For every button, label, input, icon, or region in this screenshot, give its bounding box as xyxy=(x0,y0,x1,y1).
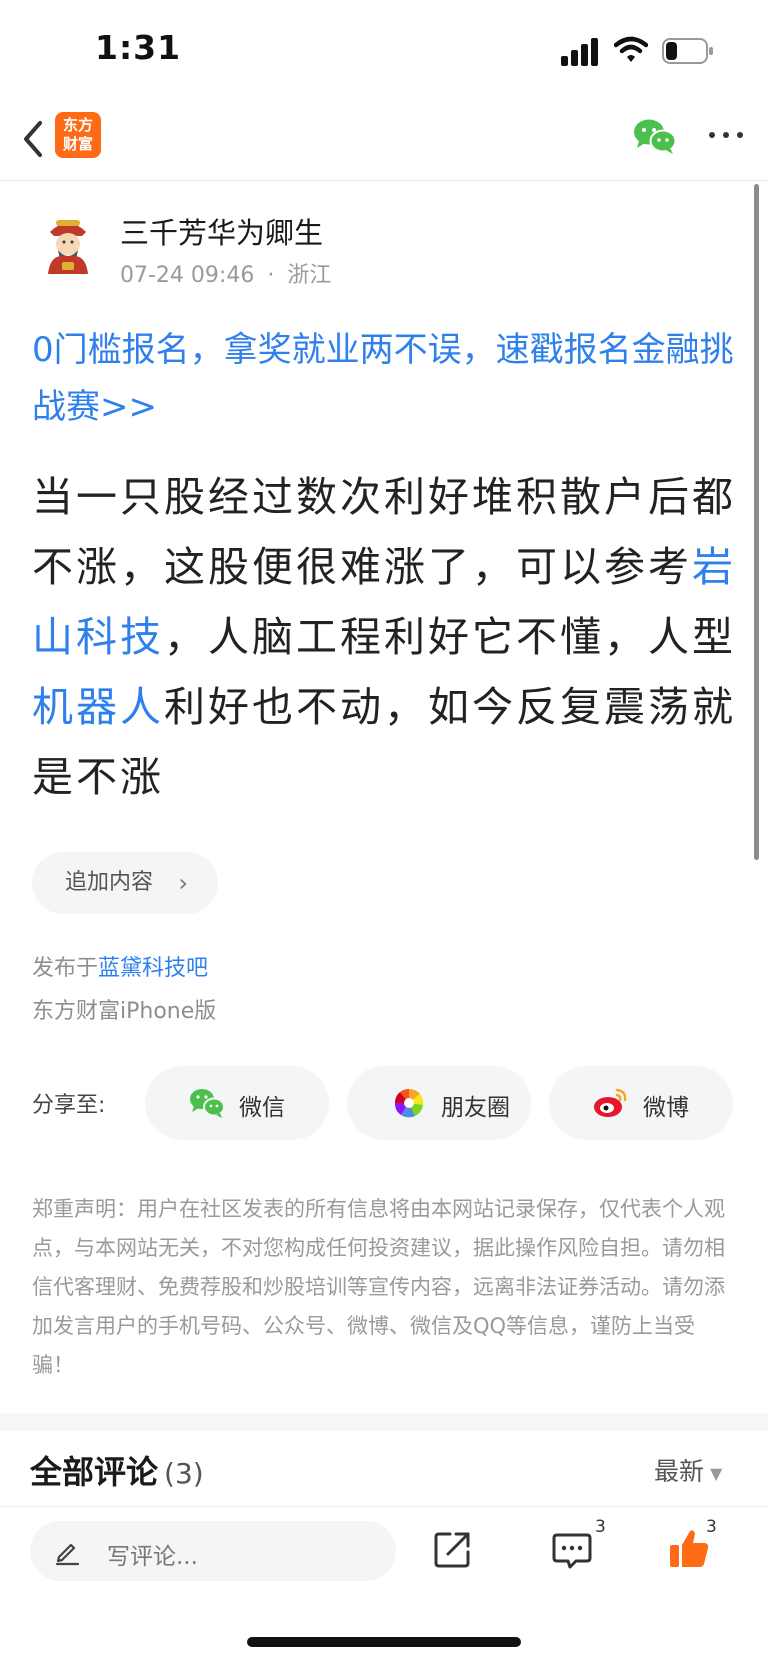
comments-title: 全部评论 (3) xyxy=(30,1447,204,1493)
comments-count: (3) xyxy=(164,1457,204,1490)
comment-icon[interactable] xyxy=(552,1531,592,1569)
append-content-label: 追加内容 xyxy=(65,870,154,895)
wifi-icon xyxy=(614,36,648,62)
post-text-1: 当一只股经过数次利好堆积散户后都不涨，这股便很难涨了，可以参考 xyxy=(32,473,736,591)
post-date: 07-24 09:46 xyxy=(120,263,255,288)
share-wechat-label: 微信 xyxy=(239,1095,285,1121)
share-weibo-label: 微博 xyxy=(643,1095,689,1121)
pen-icon xyxy=(55,1543,80,1566)
chevron-right-icon: › xyxy=(178,869,188,897)
weibo-icon xyxy=(594,1088,627,1117)
comment-count-badge: 3 xyxy=(595,1517,606,1537)
share-label: 分享至: xyxy=(32,1093,106,1118)
share-wechat-button[interactable]: 微信 xyxy=(145,1066,329,1140)
published-prefix: 发布于 xyxy=(32,956,99,981)
bottom-action-bar: 写评论... 3 3 xyxy=(0,1506,768,1664)
status-bar: 1:31 xyxy=(0,0,768,100)
comment-placeholder: 写评论... xyxy=(107,1544,198,1570)
stock-bar-link[interactable]: 蓝黛科技吧 xyxy=(98,956,208,981)
scrollbar[interactable] xyxy=(754,184,759,860)
back-button[interactable] xyxy=(14,116,54,162)
client-info: 东方财富iPhone版 xyxy=(32,999,217,1024)
app-logo[interactable]: 东方 财富 xyxy=(55,112,101,158)
sort-dropdown[interactable]: 最新 ▼ xyxy=(654,1452,722,1488)
status-time: 1:31 xyxy=(95,28,182,67)
home-indicator[interactable] xyxy=(247,1637,521,1647)
share-moments-button[interactable]: 朋友圈 xyxy=(347,1066,531,1140)
more-icon[interactable] xyxy=(706,120,746,150)
share-weibo-button[interactable]: 微博 xyxy=(549,1066,733,1140)
caret-down-icon: ▼ xyxy=(710,1463,723,1483)
app-logo-line1: 东方 xyxy=(62,116,93,134)
app-logo-line2: 财富 xyxy=(62,135,93,153)
share-out-icon[interactable] xyxy=(433,1529,473,1569)
thumbs-up-icon[interactable] xyxy=(668,1527,710,1569)
cellular-signal-icon xyxy=(561,38,598,66)
nav-bar: 东方 财富 xyxy=(0,100,768,181)
like-count-badge: 3 xyxy=(706,1517,717,1537)
post-body: 当一只股经过数次利好堆积散户后都不涨，这股便很难涨了，可以参考岩山科技，人脑工程… xyxy=(32,462,742,812)
post-text-2: ，人脑工程利好它不懂，人型 xyxy=(164,613,736,661)
moments-icon xyxy=(394,1088,424,1118)
wechat-icon[interactable] xyxy=(633,117,677,155)
published-in: 发布于蓝黛科技吧 xyxy=(32,950,208,982)
comments-title-label: 全部评论 xyxy=(30,1453,159,1491)
share-moments-label: 朋友圈 xyxy=(441,1095,510,1121)
post-meta: 07-24 09:46 · 浙江 xyxy=(120,257,331,289)
disclaimer: 郑重声明：用户在社区发表的所有信息将由本网站记录保存，仅代表个人观点，与本网站无… xyxy=(32,1197,725,1377)
append-content-button[interactable]: 追加内容 › xyxy=(32,852,218,914)
sort-label: 最新 xyxy=(654,1457,705,1486)
wechat-icon xyxy=(190,1089,225,1118)
comment-input[interactable]: 写评论... xyxy=(30,1521,396,1581)
post-location: 浙江 xyxy=(287,263,332,288)
section-divider xyxy=(0,1413,768,1431)
stock-link-robot[interactable]: 机器人 xyxy=(32,683,164,731)
promo-link[interactable]: 0门槛报名，拿奖就业两不误，速戳报名金融挑战赛>> xyxy=(32,322,737,436)
author-name[interactable]: 三千芳华为卿生 xyxy=(120,210,323,252)
battery-icon xyxy=(662,38,713,64)
meta-separator: · xyxy=(267,263,275,288)
avatar[interactable] xyxy=(36,212,100,276)
